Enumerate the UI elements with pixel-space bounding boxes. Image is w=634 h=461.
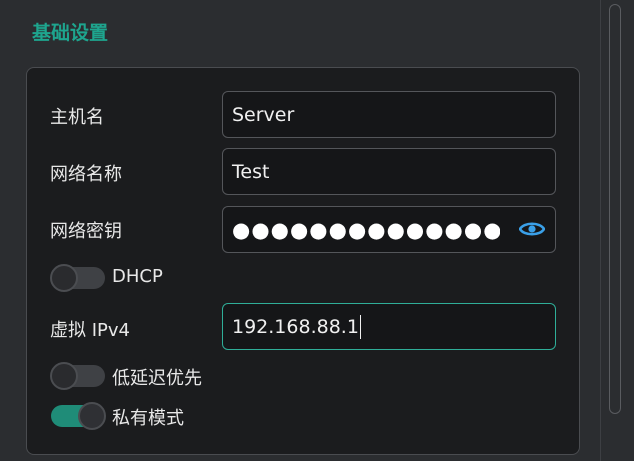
network-key-label: 网络密钥: [50, 221, 122, 242]
dhcp-label: DHCP: [112, 266, 163, 287]
virtual-ipv4-value: 192.168.88.1: [232, 315, 359, 338]
network-key-masked: ●●●●●●●●●●●●●●●: [232, 217, 500, 242]
low-latency-toggle[interactable]: [50, 362, 105, 390]
hostname-value: Server: [232, 103, 295, 126]
network-name-value: Test: [232, 160, 270, 183]
vertical-scrollbar[interactable]: [609, 4, 621, 414]
eye-icon[interactable]: [519, 219, 545, 239]
virtual-ipv4-input[interactable]: 192.168.88.1: [222, 303, 556, 350]
hostname-label: 主机名: [50, 107, 104, 128]
text-caret: [359, 314, 361, 339]
dhcp-toggle[interactable]: [50, 264, 105, 292]
dhcp-toggle-knob: [50, 264, 78, 292]
network-name-input[interactable]: Test: [222, 148, 556, 195]
private-mode-toggle[interactable]: [51, 402, 106, 430]
private-mode-label: 私有模式: [112, 408, 184, 429]
virtual-ipv4-label: 虚拟 IPv4: [50, 320, 130, 341]
network-name-label: 网络名称: [50, 164, 122, 185]
hostname-input[interactable]: Server: [222, 91, 556, 138]
low-latency-label: 低延迟优先: [112, 368, 202, 389]
network-key-input[interactable]: ●●●●●●●●●●●●●●●: [222, 206, 556, 253]
private-mode-toggle-knob: [78, 402, 106, 430]
settings-panel: 基础设置 主机名 Server 网络名称 Test 网络密钥 ●●●●●●●●●…: [0, 0, 600, 461]
panel-divider: [600, 0, 601, 461]
section-title: 基础设置: [32, 22, 109, 44]
low-latency-toggle-knob: [50, 362, 78, 390]
